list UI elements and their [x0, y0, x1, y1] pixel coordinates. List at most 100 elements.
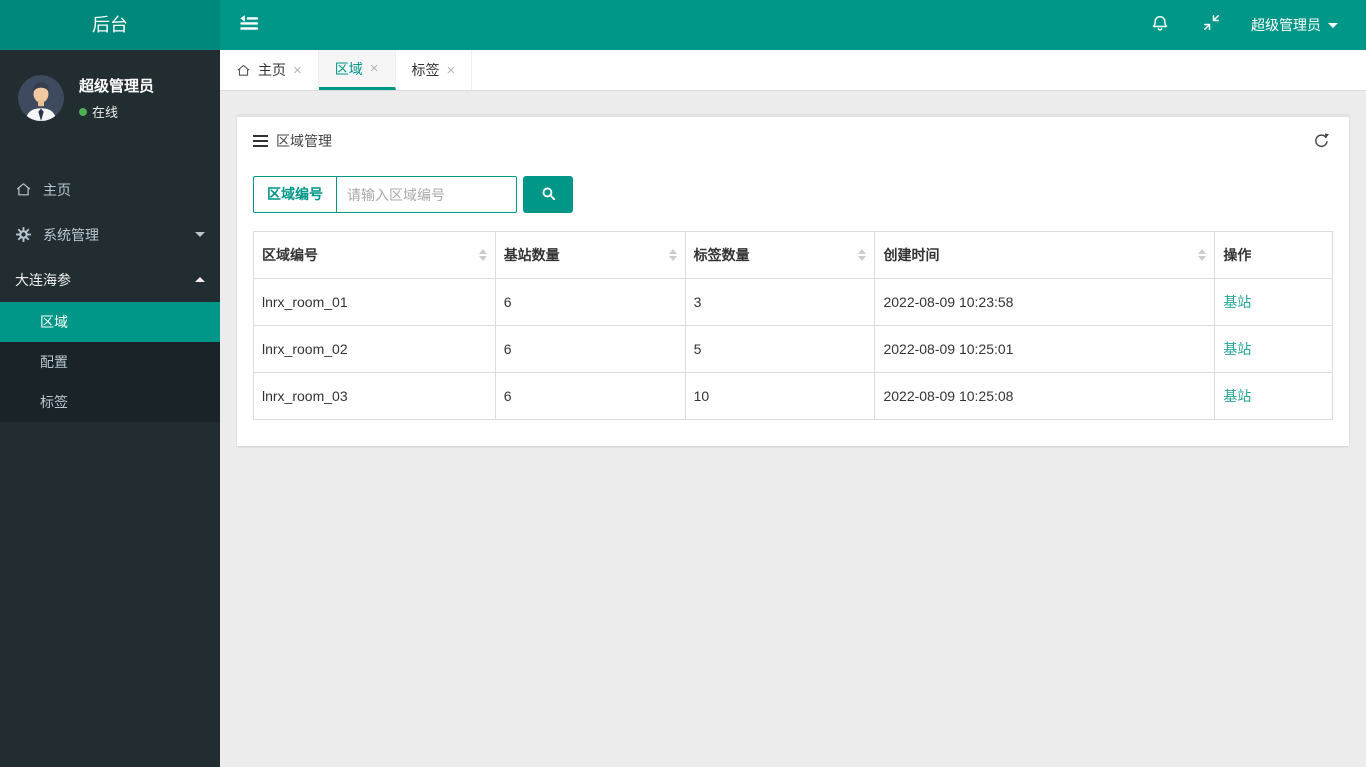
table-row: lnrx_room_02 6 5 2022-08-09 10:25:01 基站 [253, 325, 1333, 373]
cell-created: 2022-08-09 10:23:58 [874, 278, 1216, 326]
sidebar-subitem-label: 标签 [40, 394, 68, 410]
cell-action: 基站 [1214, 325, 1333, 373]
gear-icon [15, 226, 43, 243]
cell-stations: 6 [494, 278, 686, 326]
cell-tags: 3 [684, 278, 876, 326]
cell-stations: 6 [494, 325, 686, 373]
table-row: lnrx_room_01 6 3 2022-08-09 10:23:58 基站 [253, 278, 1333, 326]
tab-bar: 主页 × 区域 × 标签 × [220, 50, 1366, 91]
sidebar-subitem-tag[interactable]: 标签 [0, 382, 220, 422]
user-menu[interactable]: 超级管理员 [1237, 0, 1366, 50]
cell-stations: 6 [494, 372, 686, 420]
cell-created: 2022-08-09 10:25:01 [874, 325, 1216, 373]
admin-app: 后台 超级管理员 超级管理员 在线 主页 系统管理 大连海参 区域 配置 标签 … [0, 0, 1366, 767]
sidebar-fold-icon [238, 12, 260, 39]
caret-up-icon [195, 277, 205, 282]
search-button[interactable] [523, 176, 573, 213]
sidebar-subitem-config[interactable]: 配置 [0, 342, 220, 382]
sidebar-item-label: 大连海参 [15, 271, 71, 288]
region-id-input[interactable] [336, 176, 517, 213]
sidebar-user-status[interactable]: 在线 [79, 102, 154, 121]
content-area: 主页 × 区域 × 标签 × 区域管理 区域编号 请输入区域编号 区域编号 基站… [220, 50, 1366, 767]
sort-icon[interactable] [478, 249, 487, 261]
column-header-stations[interactable]: 基站数量 [494, 231, 686, 279]
sidebar-subitem-label: 区域 [40, 314, 68, 330]
sidebar-item-dalian-haishen[interactable]: 大连海参 [0, 257, 220, 302]
base-station-link[interactable]: 基站 [1223, 388, 1251, 404]
search-field-label: 区域编号 [253, 176, 336, 213]
main-area: 超级管理员 在线 主页 系统管理 大连海参 区域 配置 标签 主页 × 区域 ×… [0, 50, 1366, 767]
cell-created: 2022-08-09 10:25:08 [874, 372, 1216, 420]
panel-title: 区域管理 [276, 132, 332, 149]
table-row: lnrx_room_03 6 10 2022-08-09 10:25:08 基站 [253, 372, 1333, 420]
caret-down-icon [195, 232, 205, 237]
online-dot-icon [79, 107, 87, 116]
region-management-panel: 区域管理 区域编号 请输入区域编号 区域编号 基站数量 标签数量 创建时间 操作… [237, 114, 1349, 446]
sidebar-item-label: 系统管理 [43, 226, 99, 243]
sidebar-subitem-region[interactable]: 区域 [0, 302, 220, 342]
top-bar: 后台 超级管理员 [0, 0, 1366, 50]
sidebar-toggle-button[interactable] [220, 0, 278, 50]
sidebar-user-info: 超级管理员 在线 [79, 75, 154, 121]
cell-action: 基站 [1214, 372, 1333, 420]
tab-label: 标签 [411, 62, 440, 78]
page-body: 区域管理 区域编号 请输入区域编号 区域编号 基站数量 标签数量 创建时间 操作… [220, 91, 1366, 469]
home-icon [236, 63, 251, 78]
sidebar-submenu: 区域 配置 标签 [0, 302, 220, 422]
sort-icon[interactable] [858, 249, 867, 261]
sidebar-item-home[interactable]: 主页 [0, 167, 220, 212]
sidebar-item-label: 主页 [43, 181, 71, 198]
tab-tag[interactable]: 标签 × [396, 50, 473, 90]
bell-icon [1150, 13, 1170, 38]
column-label: 创建时间 [883, 247, 940, 263]
tab-home[interactable]: 主页 × [220, 50, 319, 90]
regions-table: 区域编号 基站数量 标签数量 创建时间 操作 lnrx_room_01 6 3 … [253, 231, 1333, 420]
notifications-button[interactable] [1134, 0, 1186, 50]
sort-icon[interactable] [668, 249, 677, 261]
cell-tags: 5 [684, 325, 876, 373]
user-menu-label: 超级管理员 [1251, 17, 1321, 33]
cell-region: lnrx_room_02 [253, 325, 496, 373]
base-station-link[interactable]: 基站 [1223, 341, 1251, 357]
refresh-button[interactable] [1310, 129, 1333, 152]
navbar-right-group: 超级管理员 [1134, 0, 1366, 50]
table-header-row: 区域编号 基站数量 标签数量 创建时间 操作 [253, 231, 1333, 279]
close-icon[interactable]: × [293, 63, 302, 78]
sidebar: 超级管理员 在线 主页 系统管理 大连海参 区域 配置 标签 [0, 50, 220, 767]
search-bar: 区域编号 [253, 176, 1333, 213]
column-header-tags[interactable]: 标签数量 [684, 231, 876, 279]
close-icon[interactable]: × [447, 63, 456, 78]
cell-action: 基站 [1214, 278, 1333, 326]
sidebar-user-name: 超级管理员 [79, 78, 155, 95]
sidebar-subitem-label: 配置 [40, 354, 68, 370]
column-label: 基站数量 [503, 247, 560, 263]
sort-icon[interactable] [1198, 249, 1207, 261]
online-status-label: 在线 [92, 105, 119, 120]
panel-header: 区域管理 [237, 117, 1349, 162]
fullscreen-button[interactable] [1186, 0, 1237, 50]
tab-label: 主页 [258, 62, 286, 78]
tab-label: 区域 [334, 60, 363, 77]
hamburger-icon [253, 134, 268, 147]
compress-icon [1202, 13, 1221, 37]
home-icon [15, 181, 43, 198]
panel-body: 区域编号 请输入区域编号 区域编号 基站数量 标签数量 创建时间 操作 lnrx… [237, 162, 1349, 446]
cell-region: lnrx_room_01 [253, 278, 496, 326]
column-label: 区域编号 [262, 247, 318, 263]
brand-logo[interactable]: 后台 [0, 0, 220, 50]
avatar [18, 75, 64, 121]
column-label: 操作 [1223, 247, 1252, 263]
search-icon [540, 185, 557, 205]
cell-region: lnrx_room_03 [253, 372, 496, 420]
column-header-created[interactable]: 创建时间 [874, 231, 1216, 279]
base-station-link[interactable]: 基站 [1223, 294, 1251, 310]
tab-region[interactable]: 区域 × [318, 50, 396, 90]
sidebar-item-system-management[interactable]: 系统管理 [0, 212, 220, 257]
sidebar-user-panel: 超级管理员 在线 [0, 50, 220, 149]
column-label: 标签数量 [693, 247, 750, 263]
navbar: 超级管理员 [220, 0, 1366, 50]
column-header-action: 操作 [1214, 231, 1333, 279]
column-header-region[interactable]: 区域编号 [253, 231, 496, 279]
cell-tags: 10 [684, 372, 876, 420]
close-icon[interactable]: × [370, 61, 379, 76]
